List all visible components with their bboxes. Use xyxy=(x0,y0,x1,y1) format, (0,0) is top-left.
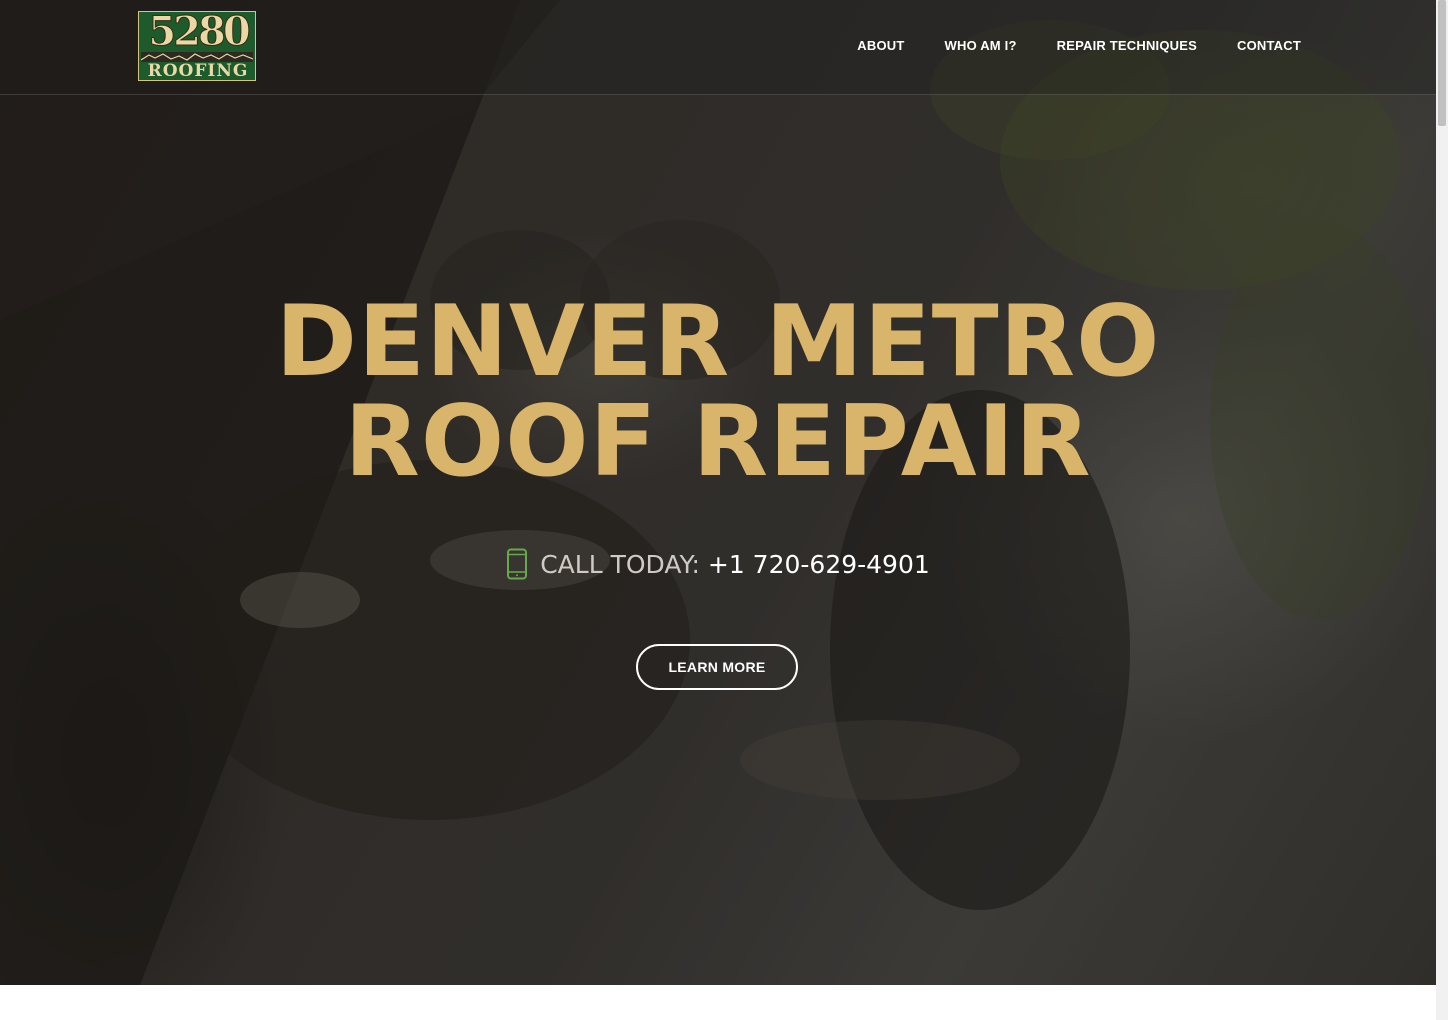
hero-headline-line1: DENVER METRO xyxy=(275,285,1161,399)
scrollbar-thumb[interactable] xyxy=(1438,0,1446,126)
logo-numbers: 5280 xyxy=(148,11,251,56)
call-today-row: CALL TODAY: +1 720-629-4901 xyxy=(0,548,1436,580)
logo[interactable]: 5280 ROOFING xyxy=(138,11,256,81)
nav-who-am-i[interactable]: WHO AM I? xyxy=(945,38,1017,53)
hero-headline-line2: ROOF REPAIR xyxy=(344,385,1092,499)
call-label: CALL TODAY: xyxy=(540,549,700,579)
hero-headline: DENVER METRO ROOF REPAIR xyxy=(0,292,1436,492)
page: 5280 ROOFING ABOUT WHO AM I? REPAIR TECH… xyxy=(0,0,1448,1020)
nav-contact[interactable]: CONTACT xyxy=(1237,38,1301,53)
site-header: 5280 ROOFING ABOUT WHO AM I? REPAIR TECH… xyxy=(0,0,1436,95)
hero-section: 5280 ROOFING ABOUT WHO AM I? REPAIR TECH… xyxy=(0,0,1436,985)
call-phone-number[interactable]: +1 720-629-4901 xyxy=(708,550,930,579)
mobile-phone-icon xyxy=(507,548,528,580)
learn-more-button[interactable]: LEARN MORE xyxy=(636,644,798,690)
logo-wordmark: ROOFING xyxy=(147,61,249,81)
nav-repair-techniques[interactable]: REPAIR TECHNIQUES xyxy=(1057,38,1197,53)
main-nav: ABOUT WHO AM I? REPAIR TECHNIQUES CONTAC… xyxy=(857,38,1301,53)
nav-about[interactable]: ABOUT xyxy=(857,38,904,53)
call-text: CALL TODAY: +1 720-629-4901 xyxy=(540,550,930,579)
page-scrollbar[interactable] xyxy=(1436,0,1448,1020)
